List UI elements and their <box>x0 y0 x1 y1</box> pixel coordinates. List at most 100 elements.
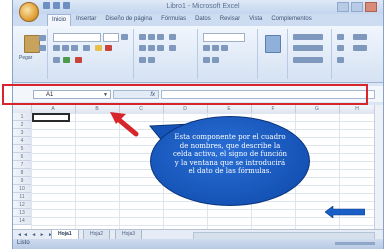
office-logo-icon[interactable] <box>19 2 39 22</box>
insert-cells-icon[interactable] <box>293 34 323 40</box>
percent-icon[interactable] <box>212 45 219 51</box>
font-family-select[interactable] <box>53 33 101 42</box>
save-icon[interactable] <box>43 2 50 9</box>
window-title: Libro1 - Microsoft Excel <box>166 3 240 10</box>
increase-decimal-icon[interactable] <box>203 57 210 63</box>
select-all-corner[interactable] <box>13 105 32 113</box>
cells-group <box>289 29 332 79</box>
find-select-icon[interactable] <box>353 45 367 51</box>
window-controls <box>337 2 377 12</box>
borders-icon[interactable] <box>83 45 90 51</box>
merge-icon[interactable] <box>169 45 176 51</box>
delete-cells-icon[interactable] <box>293 45 323 51</box>
callout-text: Esta componente por el cuadro de nombres… <box>172 133 288 175</box>
row-header[interactable]: 8 <box>13 169 31 177</box>
row-header[interactable]: 6 <box>13 153 31 161</box>
copy-icon[interactable] <box>39 45 46 51</box>
row-header[interactable]: 14 <box>13 217 31 225</box>
fill-color-icon[interactable] <box>95 45 102 51</box>
number-format-select[interactable] <box>203 33 245 42</box>
column-header[interactable]: D <box>163 105 208 113</box>
paste-icon[interactable] <box>24 35 40 53</box>
tab-complementos[interactable]: Complementos <box>267 14 315 26</box>
formula-bar-highlight <box>2 84 368 105</box>
column-header[interactable]: C <box>119 105 164 113</box>
indent-icon[interactable] <box>139 57 146 63</box>
redo-icon[interactable] <box>63 2 70 9</box>
row-header[interactable]: 3 <box>13 129 31 137</box>
grow-font-icon[interactable] <box>121 34 128 40</box>
row-header[interactable]: 12 <box>13 201 31 209</box>
clear-icon[interactable] <box>337 57 344 63</box>
quick-access-toolbar <box>43 2 70 9</box>
align-bottom-icon[interactable] <box>157 34 164 40</box>
bold-icon[interactable] <box>53 45 60 51</box>
row-header[interactable]: 1 <box>13 113 31 121</box>
format-color-icon[interactable] <box>63 57 70 63</box>
comma-icon[interactable] <box>221 45 228 51</box>
align-left-icon[interactable] <box>139 45 146 51</box>
font-color-icon[interactable] <box>105 45 112 51</box>
fill-icon[interactable] <box>337 45 344 51</box>
styles-icon[interactable] <box>265 35 281 53</box>
row-header[interactable]: 7 <box>13 161 31 169</box>
maximize-button[interactable] <box>351 2 363 12</box>
status-bar: Listo <box>13 239 383 249</box>
tab-inicio[interactable]: Inicio <box>47 14 72 26</box>
column-header[interactable]: B <box>75 105 120 113</box>
wrap-text-icon[interactable] <box>169 34 176 40</box>
currency-icon[interactable] <box>203 45 210 51</box>
status-text: Listo <box>17 240 30 246</box>
column-header[interactable]: A <box>31 105 76 113</box>
zoom-slider[interactable] <box>335 242 375 245</box>
align-right-icon[interactable] <box>157 45 164 51</box>
format-icon[interactable] <box>53 57 60 63</box>
format-cells-icon[interactable] <box>293 57 323 63</box>
row-header[interactable]: 10 <box>13 185 31 193</box>
sort-filter-icon[interactable] <box>353 34 367 40</box>
column-header[interactable]: F <box>251 105 296 113</box>
title-bar: Libro1 - Microsoft Excel <box>13 0 383 14</box>
italic-icon[interactable] <box>62 45 69 51</box>
tab-revisar[interactable]: Revisar <box>216 14 244 26</box>
cut-icon[interactable] <box>39 35 46 41</box>
styles-group <box>259 29 288 79</box>
undo-icon[interactable] <box>53 2 60 9</box>
ribbon-tabs: Inicio Insertar Diseño de página Fórmula… <box>13 14 383 26</box>
column-header[interactable]: G <box>295 105 340 113</box>
alignment-group <box>135 29 198 79</box>
tab-insertar[interactable]: Insertar <box>72 14 100 26</box>
clipboard-group: Pegar <box>15 29 48 79</box>
align-center-icon[interactable] <box>148 45 155 51</box>
row-header[interactable]: 11 <box>13 193 31 201</box>
row-header[interactable]: 4 <box>13 137 31 145</box>
text-color-icon[interactable] <box>75 57 82 63</box>
font-size-select[interactable] <box>103 33 119 42</box>
column-header[interactable]: E <box>207 105 252 113</box>
row-header[interactable]: 13 <box>13 209 31 217</box>
minimize-button[interactable] <box>337 2 349 12</box>
align-middle-icon[interactable] <box>148 34 155 40</box>
sum-icon[interactable] <box>337 34 344 40</box>
number-group <box>199 29 258 79</box>
close-button[interactable] <box>365 2 377 12</box>
row-header[interactable]: 5 <box>13 145 31 153</box>
paste-label: Pegar <box>19 55 33 61</box>
active-cell[interactable] <box>32 113 70 122</box>
tab-datos[interactable]: Datos <box>191 14 215 26</box>
row-header[interactable]: 9 <box>13 177 31 185</box>
row-header[interactable]: 2 <box>13 121 31 129</box>
tab-diseno-pagina[interactable]: Diseño de página <box>101 14 156 26</box>
callout-bubble: Esta componente por el cuadro de nombres… <box>150 116 310 206</box>
tab-vista[interactable]: Vista <box>245 14 266 26</box>
outdent-icon[interactable] <box>148 57 155 63</box>
font-group <box>49 29 134 79</box>
tab-formulas[interactable]: Fórmulas <box>157 14 190 26</box>
column-header[interactable]: H <box>339 105 376 113</box>
underline-icon[interactable] <box>71 45 78 51</box>
ribbon: Pegar <box>13 26 383 83</box>
align-top-icon[interactable] <box>139 34 146 40</box>
vertical-scrollbar[interactable] <box>374 105 383 229</box>
decrease-decimal-icon[interactable] <box>212 57 219 63</box>
next-arrow-icon[interactable] <box>325 206 365 218</box>
